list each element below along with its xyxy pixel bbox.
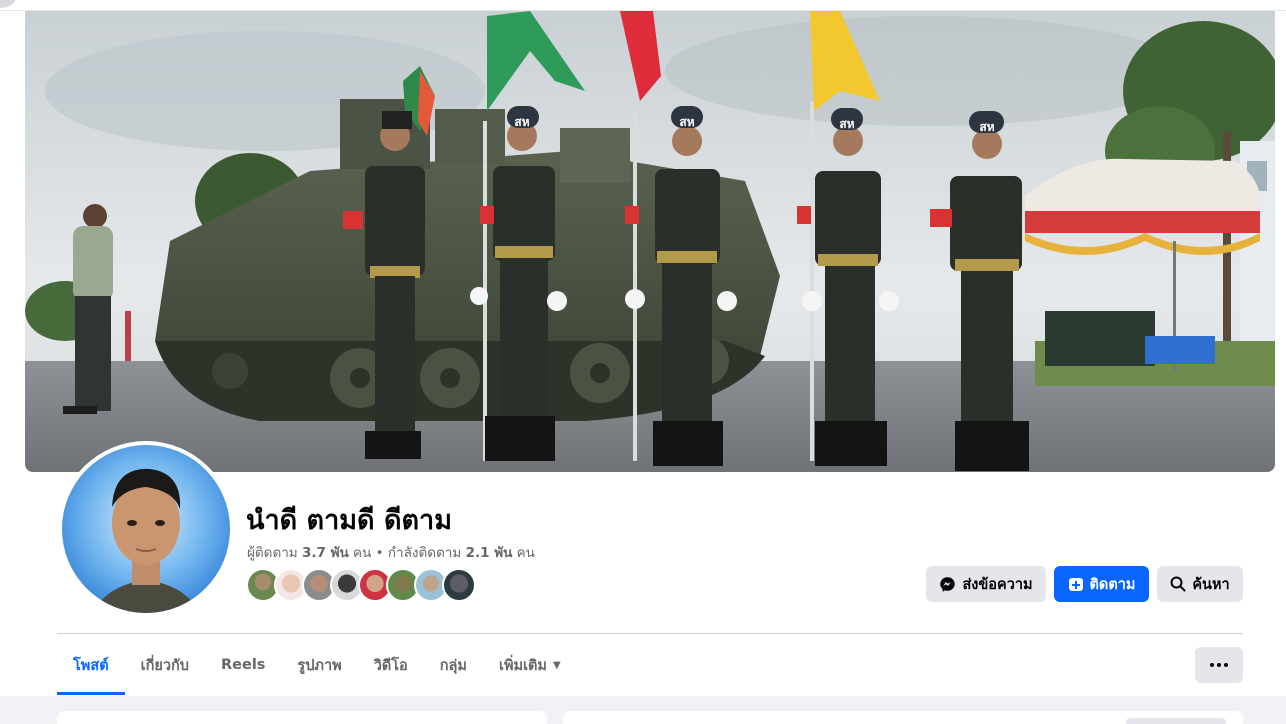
profile-name: นำดี ตามดี ดีตาม (246, 505, 453, 536)
tab-videos[interactable]: วิดีโอ (358, 636, 424, 694)
more-dots-icon (1224, 663, 1228, 667)
tab-label: วิดีโอ (373, 657, 408, 674)
profile-tabs: โพสต์ เกี่ยวกับ Reels รูปภาพ วิดีโอ กลุ่… (57, 636, 577, 695)
following-label: กำลังติดตาม (387, 545, 462, 561)
tab-groups[interactable]: กลุ่ม (424, 636, 483, 694)
tab-more[interactable]: เพิ่มเติม ▼ (483, 636, 577, 694)
follow-plus-icon (1068, 576, 1084, 592)
profile-picture[interactable] (58, 441, 234, 617)
tab-label: กลุ่ม (439, 657, 467, 674)
tab-posts[interactable]: โพสต์ (57, 636, 125, 695)
tab-photos[interactable]: รูปภาพ (281, 636, 357, 694)
message-button[interactable]: ส่งข้อความ (926, 566, 1046, 602)
message-button-label: ส่งข้อความ (962, 576, 1033, 593)
tab-label: โพสต์ (73, 657, 109, 674)
follow-button-label: ติดตาม (1089, 576, 1136, 593)
follower-avatars (246, 568, 476, 602)
cover-photo[interactable]: สห สห สห สห (25, 11, 1275, 472)
follow-stats: ผู้ติดตาม 3.7 พัน คน • กำลังติดตาม 2.1 พ… (247, 541, 535, 563)
tab-label: เกี่ยวกับ (140, 657, 189, 674)
followers-count[interactable]: 3.7 พัน (302, 545, 349, 561)
caret-down-icon: ▼ (553, 659, 561, 671)
intro-card (57, 711, 547, 724)
search-button[interactable]: ค้นหา (1157, 566, 1243, 602)
filters-button[interactable] (1126, 718, 1226, 724)
followers-label: ผู้ติดตาม (247, 545, 298, 561)
account-avatar-partial[interactable] (0, 0, 16, 8)
tab-label: รูปภาพ (297, 657, 342, 674)
helmet-text: สห (679, 115, 694, 129)
tab-label: เพิ่มเติม (498, 657, 547, 674)
followers-unit: คน (353, 545, 372, 561)
helmet-text: สห (839, 117, 854, 131)
more-dots-icon (1210, 663, 1214, 667)
top-navigation-bar (0, 0, 1286, 10)
following-unit: คน (516, 545, 535, 561)
avatar (62, 445, 230, 613)
tab-reels[interactable]: Reels (205, 636, 281, 694)
search-button-label: ค้นหา (1192, 576, 1230, 593)
profile-header: สห สห สห สห นำดี ตามดี ดีตาม ผู้ติดตาม 3… (0, 11, 1286, 696)
search-icon (1170, 576, 1186, 592)
follower-avatar[interactable] (442, 568, 476, 602)
following-count[interactable]: 2.1 พัน (466, 545, 513, 561)
header-divider (57, 633, 1243, 634)
helmet-text: สห (979, 120, 994, 134)
tab-label: Reels (220, 657, 266, 673)
tab-about[interactable]: เกี่ยวกับ (125, 636, 205, 694)
messenger-icon (939, 576, 956, 593)
helmet-text: สห (514, 115, 529, 129)
follow-button[interactable]: ติดตาม (1054, 566, 1149, 602)
more-options-button[interactable] (1195, 647, 1243, 683)
more-dots-icon (1217, 663, 1221, 667)
stats-separator: • (375, 545, 384, 561)
